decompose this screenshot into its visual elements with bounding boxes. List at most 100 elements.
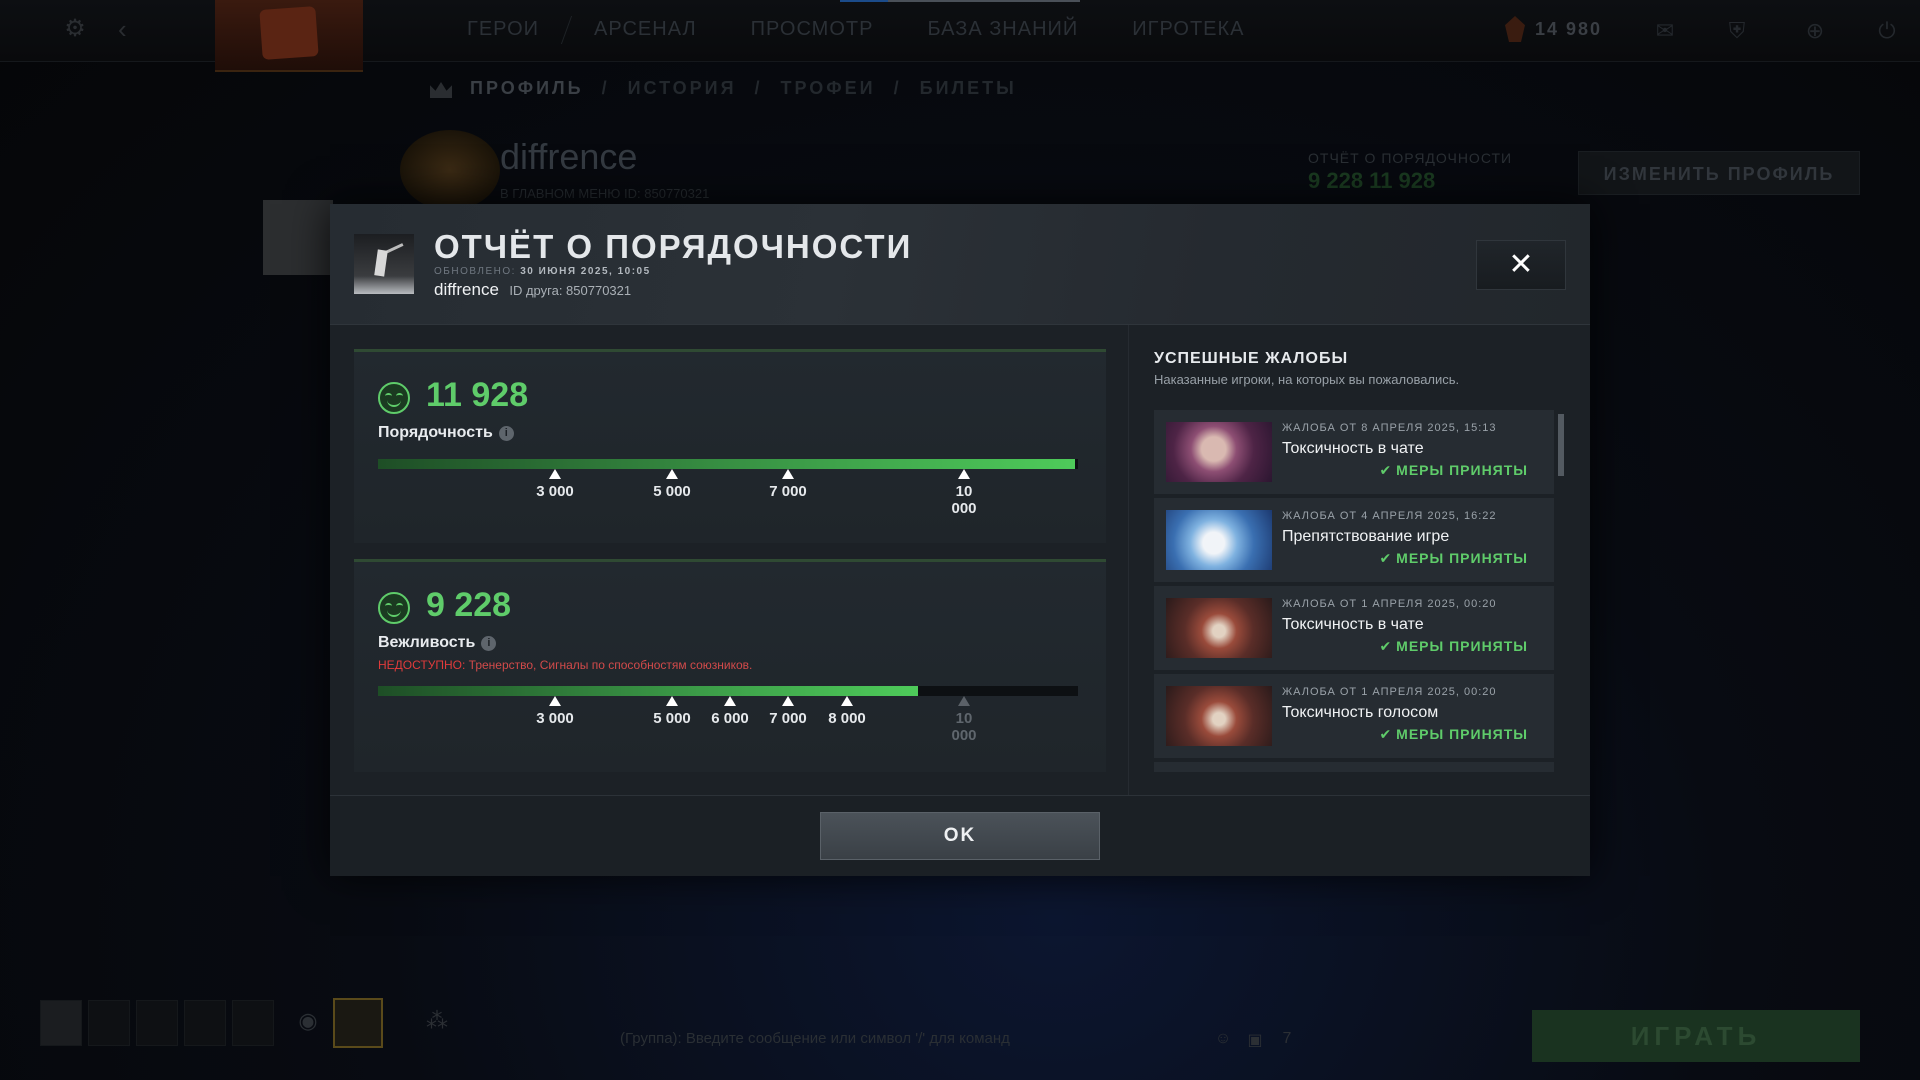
chat-input[interactable]: (Группа): Введите сообщение или символ '… <box>620 1030 1010 1047</box>
hero-portrait <box>1166 422 1272 482</box>
updated-label: ОБНОВЛЕНО: <box>434 266 516 277</box>
party-slot[interactable] <box>88 1000 130 1046</box>
unavailable-warning: НЕДОСТУПНО: Тренерство, Сигналы по спосо… <box>378 658 752 672</box>
conduct-score-panel: 11 928 Порядочность i 3 000 5 000 7 000 10 00… <box>354 349 1106 543</box>
nav-arcade[interactable]: ИГРОТЕКА <box>1105 18 1271 44</box>
report-status: ✔ МЕРЫ ПРИНЯТЫ <box>1379 550 1528 567</box>
subnav-tickets[interactable]: БИЛЕТЫ <box>920 78 1017 99</box>
subnav-separator: / <box>601 78 610 98</box>
main-nav: ГЕРОИ АРСЕНАЛ ПРОСМОТР БАЗА ЗНАНИЙ ИГРОТ… <box>440 16 1272 44</box>
conduct-report-dialog: ОТЧЁТ О ПОРЯДОЧНОСТИ ОБНОВЛЕНО: 30 ИЮНЯ … <box>330 204 1590 876</box>
dialog-title: ОТЧЁТ О ПОРЯДОЧНОСТИ <box>434 228 913 265</box>
mail-icon[interactable]: ✉ <box>1650 16 1680 46</box>
report-date: ЖАЛОБА ОТ 1 АПРЕЛЯ 2025, 00:20 <box>1282 598 1497 610</box>
nav-armory[interactable]: АРСЕНАЛ <box>567 18 724 44</box>
back-arrow-icon[interactable]: ‹ <box>118 14 138 44</box>
voice-icon[interactable]: ◉ <box>293 1008 323 1038</box>
hero-portrait <box>1166 510 1272 570</box>
avatar <box>354 234 414 294</box>
report-item: ЖАЛОБА ОТ 4 АПРЕЛЯ 2025, 16:22 Препятств… <box>1154 498 1554 582</box>
dialog-header: ОТЧЁТ О ПОРЯДОЧНОСТИ ОБНОВЛЕНО: 30 ИЮНЯ … <box>330 204 1590 325</box>
warning-text: Тренерство, Сигналы по способностям союз… <box>468 658 753 672</box>
report-item: ЖАЛОБА ОТ 1 АПРЕЛЯ 2025, 00:20 Токсичнос… <box>1154 586 1554 670</box>
reports-title: УСПЕШНЫЕ ЖАЛОБЫ <box>1154 350 1349 367</box>
nav-learn[interactable]: БАЗА ЗНАНИЙ <box>900 18 1105 44</box>
nav-watch[interactable]: ПРОСМОТР <box>724 18 901 44</box>
checkmark-icon: ✔ <box>1379 726 1393 742</box>
updated-value: 30 ИЮНЯ 2025, 10:05 <box>520 266 651 277</box>
report-reason: Токсичность в чате <box>1282 440 1424 457</box>
plus-badge-icon[interactable]: ⊕ <box>1800 16 1830 46</box>
play-button[interactable]: ИГРАТЬ <box>1532 1010 1860 1062</box>
background-conduct-values: 9 228 11 928 <box>1308 168 1436 193</box>
report-reason: Препятствование игре <box>1282 528 1450 545</box>
tick-triangle-icon <box>958 696 970 706</box>
profile-subnav: ПРОФИЛЬ / ИСТОРИЯ / ТРОФЕИ / БИЛЕТЫ <box>430 78 1017 99</box>
gear-icon[interactable]: ⚙ <box>62 16 88 42</box>
reports-scrollbar[interactable] <box>1558 410 1564 772</box>
behavior-label: Вежливость <box>378 634 476 651</box>
conduct-label-row: Порядочность i <box>378 424 514 442</box>
dota-logo[interactable] <box>215 0 363 72</box>
reports-subtitle: Наказанные игроки, на которых вы пожалов… <box>1154 372 1460 387</box>
info-icon[interactable]: i <box>498 426 514 441</box>
report-status-label: МЕРЫ ПРИНЯТЫ <box>1396 462 1528 478</box>
report-status: ✔ МЕРЫ ПРИНЯТЫ <box>1379 638 1528 655</box>
checkmark-icon: ✔ <box>1379 462 1393 478</box>
smiley-mouth <box>387 399 401 407</box>
report-status-label: МЕРЫ ПРИНЯТЫ <box>1396 726 1528 742</box>
tick-triangle-icon <box>782 696 794 706</box>
background-conduct-summary[interactable]: ОТЧЁТ О ПОРЯДОЧНОСТИ 9 228 11 928 <box>1308 150 1512 194</box>
party-slot[interactable] <box>184 1000 226 1046</box>
behavior-score: 9 228 <box>426 586 512 624</box>
conduct-score: 11 928 <box>426 376 529 414</box>
ok-button[interactable]: OK <box>820 812 1100 860</box>
report-status: ✔ МЕРЫ ПРИНЯТЫ <box>1379 726 1528 743</box>
checkmark-icon: ✔ <box>1379 550 1393 566</box>
info-icon[interactable]: i <box>481 636 497 651</box>
tick-triangle-icon <box>958 469 970 479</box>
party-slot[interactable] <box>40 1000 82 1046</box>
tick-triangle-icon <box>666 696 678 706</box>
crown-icon <box>430 82 452 98</box>
party-slot[interactable] <box>136 1000 178 1046</box>
rank-badge[interactable] <box>333 998 383 1048</box>
emoji-icon[interactable]: ☺ <box>1208 1030 1238 1060</box>
image-icon[interactable]: ▣ <box>1240 1030 1270 1060</box>
report-date: ЖАЛОБА ОТ 1 АПРЕЛЯ 2025, 00:20 <box>1282 686 1497 698</box>
tick-label: 10 000 <box>951 483 977 517</box>
party-slot[interactable] <box>232 1000 274 1046</box>
conduct-progress-fill <box>378 459 1075 469</box>
report-status-label: МЕРЫ ПРИНЯТЫ <box>1396 638 1528 654</box>
tick-triangle-icon <box>782 469 794 479</box>
shield-icon[interactable]: ⛨ <box>1722 16 1752 46</box>
report-item <box>1154 762 1554 772</box>
conduct-label: Порядочность <box>378 424 493 441</box>
edit-profile-button[interactable]: ИЗМЕНИТЬ ПРОФИЛЬ <box>1578 151 1860 195</box>
subnav-profile[interactable]: ПРОФИЛЬ <box>470 78 584 99</box>
tick-label: 3 000 <box>536 483 574 500</box>
profile-name: diffrence <box>500 136 638 177</box>
subnav-history[interactable]: ИСТОРИЯ <box>628 78 737 99</box>
power-icon[interactable]: ⏻ <box>1872 16 1902 46</box>
nav-underline-accent <box>840 0 888 2</box>
close-button[interactable]: ✕ <box>1476 240 1566 290</box>
report-date: ЖАЛОБА ОТ 8 АПРЕЛЯ 2025, 15:13 <box>1282 422 1497 434</box>
tick-label: 7 000 <box>769 483 807 500</box>
conduct-progress-track <box>378 459 1078 469</box>
chat-count: 7 <box>1282 1030 1292 1047</box>
report-item: ЖАЛОБА ОТ 8 АПРЕЛЯ 2025, 15:13 Токсичнос… <box>1154 410 1554 494</box>
smiley-mouth <box>387 609 401 617</box>
subnav-separator: / <box>893 78 902 98</box>
shards-value: 14 980 <box>1535 18 1603 39</box>
scrollbar-thumb[interactable] <box>1558 414 1564 476</box>
hero-portrait <box>1166 598 1272 658</box>
smiley-icon <box>378 382 410 414</box>
behavior-label-row: Вежливость i <box>378 634 497 652</box>
party-icon[interactable]: ⁂ <box>422 1008 452 1038</box>
updated-timestamp: ОБНОВЛЕНО: 30 ИЮНЯ 2025, 10:05 <box>434 266 651 277</box>
nav-heroes[interactable]: ГЕРОИ <box>440 18 566 44</box>
reports-list[interactable]: ЖАЛОБА ОТ 8 АПРЕЛЯ 2025, 15:13 Токсичнос… <box>1154 410 1566 772</box>
party-slots <box>40 1000 274 1046</box>
subnav-trophies[interactable]: ТРОФЕИ <box>781 78 876 99</box>
